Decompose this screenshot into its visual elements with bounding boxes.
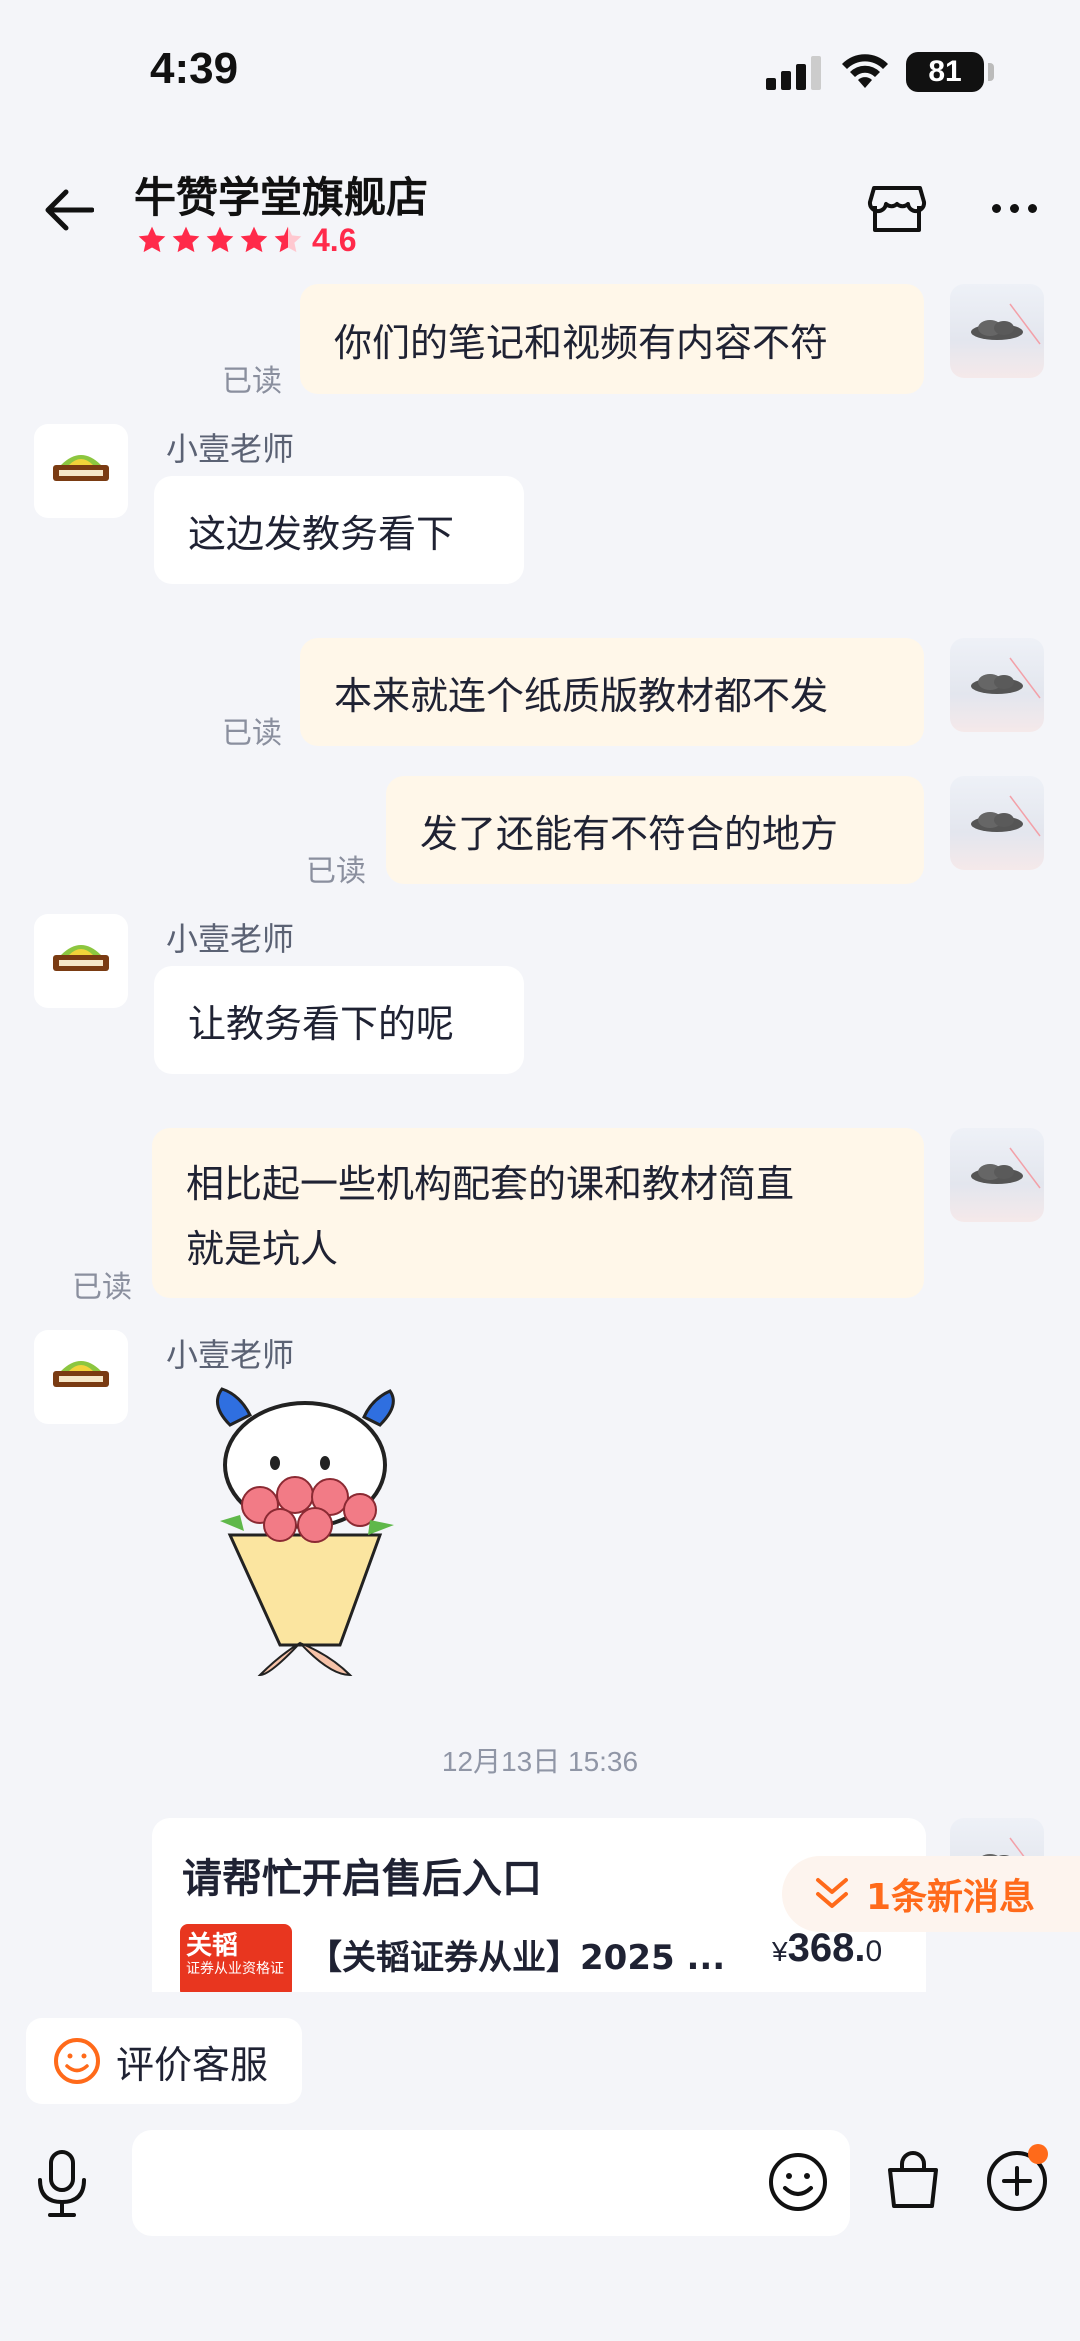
signal-icon [766,56,821,90]
user-avatar[interactable] [950,638,1044,732]
star-icon [240,226,268,253]
sender-name: 小壹老师 [166,920,295,958]
sender-name: 小壹老师 [166,430,295,468]
message-line: 相比起一些机构配套的课和教材简直 [186,1162,795,1206]
message-bubble-mine[interactable]: 你们的笔记和视频有内容不符 [300,284,924,394]
battery-tip [988,63,994,81]
back-button[interactable] [38,180,98,240]
rate-service-label: 评价客服 [116,2042,269,2087]
shop-avatar[interactable] [34,914,128,1008]
shop-rating: 4.6 [136,222,356,258]
cloud-avatar-image [971,1147,1041,1189]
message-bubble-mine[interactable]: 发了还能有不符合的地方 [386,776,924,884]
half-star-icon [274,226,302,253]
rating-stars [136,224,304,256]
shop-logo-icon [53,945,109,971]
sender-name: 小壹老师 [166,1336,295,1374]
microphone-icon[interactable] [32,2148,92,2220]
message-line: 就是坑人 [186,1227,339,1271]
arrow-left-icon [45,189,94,231]
product-price: ¥368.0 [772,1926,882,1971]
product-thumbnail: 关韬 证券从业资格证 [180,1924,292,1992]
more-options-button[interactable] [984,178,1044,238]
message-bubble-mine[interactable]: 本来就连个纸质版教材都不发 [300,638,924,746]
read-status: 已读 [306,854,366,889]
thumbnail-title: 关韬 [186,1931,239,1961]
new-message-pill[interactable]: 1条新消息 [782,1856,1080,1932]
star-icon [172,226,200,253]
store-icon[interactable] [866,178,928,240]
dot-icon [1009,203,1019,213]
shop-avatar[interactable] [34,1330,128,1424]
chat-header: 牛赞学堂旗舰店 4.6 [0,150,1080,280]
cloud-avatar-image [971,795,1041,837]
rate-service-button[interactable]: 评价客服 [26,2018,302,2104]
price-decimal: 0 [865,1935,883,1968]
double-chevron-down-icon [816,1878,848,1908]
chat-timestamp: 12月13日 15:36 [441,1746,639,1777]
thumbnail-subtitle: 证券从业资格证 [186,1961,284,1977]
cow-holding-roses-sticker[interactable] [200,1385,430,1685]
status-time: 4:39 [150,44,239,93]
dot-icon [991,203,1001,213]
cloud-avatar-image [971,657,1041,699]
notification-dot [1028,2144,1048,2164]
emoji-icon[interactable] [766,2150,830,2214]
rating-value: 4.6 [312,221,357,258]
battery-indicator: 81 [906,52,984,92]
read-status: 已读 [72,1270,132,1305]
star-icon [138,226,166,253]
message-bubble-mine[interactable]: 相比起一些机构配套的课和教材简直 就是坑人 [152,1128,924,1298]
shop-logo-icon [53,1361,109,1387]
wifi-icon [842,54,888,88]
cloud-avatar-image [971,303,1041,345]
dot-icon [1027,203,1037,213]
message-bubble-other[interactable]: 这边发教务看下 [154,476,524,584]
shop-logo-icon [53,455,109,481]
new-message-label: 1条新消息 [866,1877,1036,1918]
card-title: 请帮忙开启售后入口 [182,1856,542,1902]
smile-icon [54,2038,100,2084]
star-icon [206,226,234,253]
read-status: 已读 [222,716,282,751]
shop-name[interactable]: 牛赞学堂旗舰店 [134,164,428,225]
status-bar: 4:39 81 [0,0,1080,150]
read-status: 已读 [222,364,282,399]
price-integer: 368. [787,1926,866,1970]
user-avatar[interactable] [950,1128,1044,1222]
price-currency: ¥ [772,1936,788,1967]
product-name: 【关韬证券从业】2025 ... [308,1938,726,1978]
user-avatar[interactable] [950,776,1044,870]
shopping-bag-icon[interactable] [880,2148,946,2214]
shop-avatar[interactable] [34,424,128,518]
input-bar [0,2120,1080,2341]
user-avatar[interactable] [950,284,1044,378]
message-bubble-other[interactable]: 让教务看下的呢 [154,966,524,1074]
message-input[interactable] [132,2130,850,2236]
